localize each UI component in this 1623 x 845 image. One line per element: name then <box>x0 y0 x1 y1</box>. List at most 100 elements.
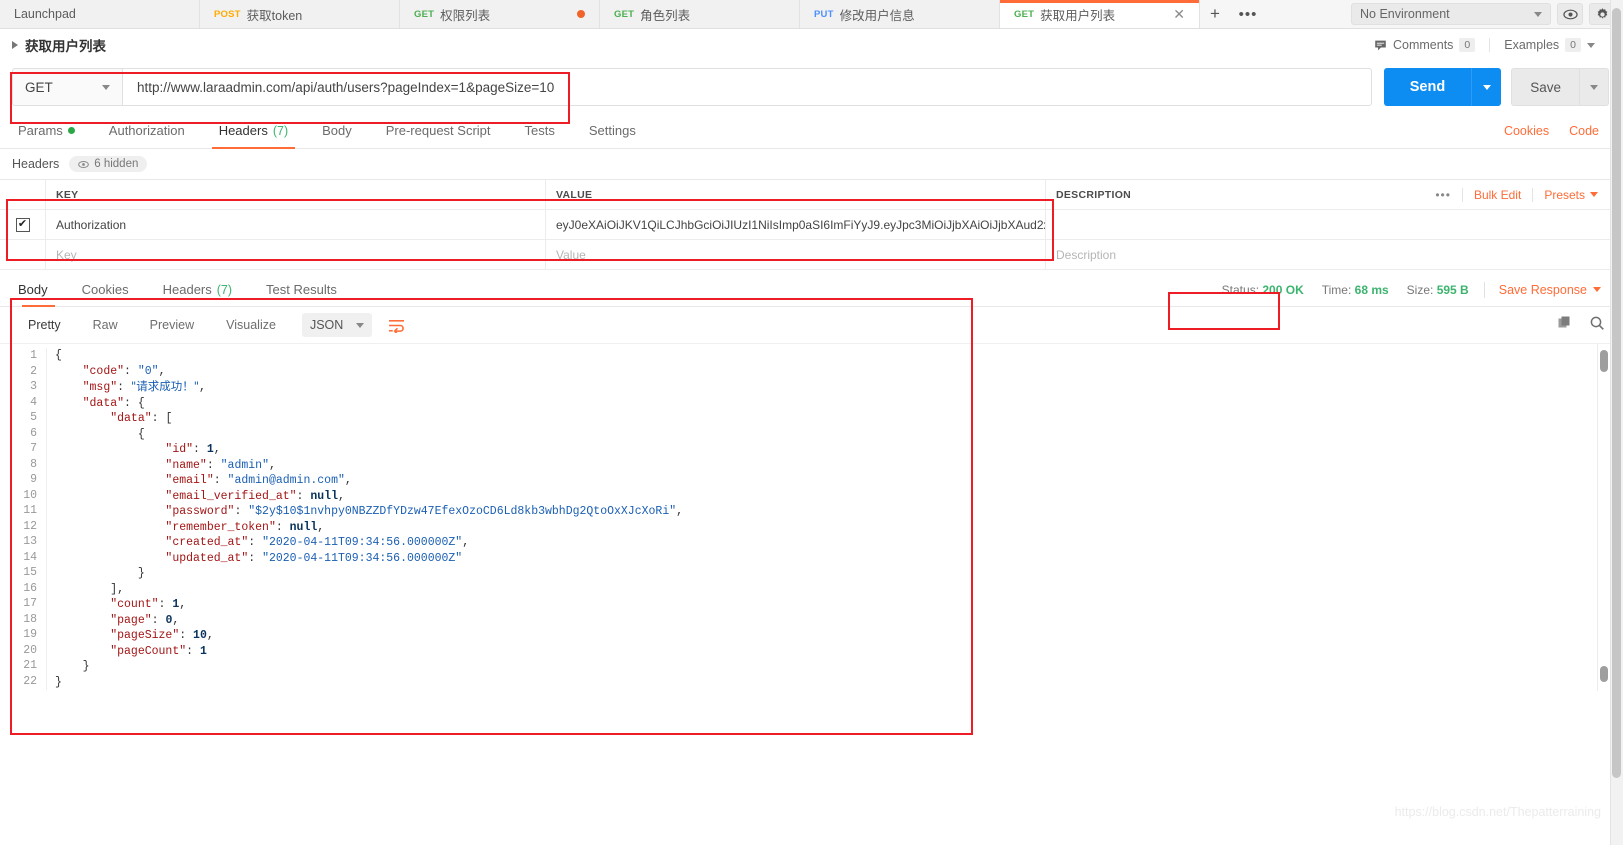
request-tab-1[interactable]: POST 获取token <box>200 0 400 28</box>
save-response-label: Save Response <box>1498 282 1587 297</box>
window-scrollbar[interactable] <box>1610 0 1623 845</box>
column-key: KEY <box>45 180 545 209</box>
new-tab-button[interactable]: + <box>1200 0 1230 28</box>
status-badge: Status: 200 OK <box>1213 283 1313 297</box>
presets-button[interactable]: Presets <box>1532 187 1609 202</box>
response-scrollbar-thumb[interactable] <box>1600 350 1608 372</box>
http-method-selector[interactable]: GET <box>12 68 122 106</box>
table-row-placeholder[interactable]: Key Value Description <box>0 240 1623 270</box>
save-response-button[interactable]: Save Response <box>1491 283 1609 297</box>
tab-label: Headers <box>162 282 212 297</box>
status-value: 200 OK <box>1262 282 1304 297</box>
code-line: "email": "admin@admin.com", <box>55 473 1623 489</box>
bottom-area <box>0 755 1610 845</box>
bulk-edit-button[interactable]: Bulk Edit <box>1461 187 1532 202</box>
comments-button[interactable]: Comments 0 <box>1360 38 1489 52</box>
time-value: 68 ms <box>1354 282 1389 297</box>
line-number: 4 <box>30 395 37 409</box>
presets-label: Presets <box>1544 187 1585 202</box>
header-value-input[interactable]: eyJ0eXAiOiJKV1QiLCJhbGciOiJIUzI1NiIsImp0… <box>545 210 1045 239</box>
chevron-down-icon <box>1482 84 1491 90</box>
tab-pre-request-script[interactable]: Pre-request Script <box>369 113 508 148</box>
new-header-value-input[interactable]: Value <box>545 240 1045 269</box>
response-tab-cookies[interactable]: Cookies <box>65 273 146 306</box>
tab-params[interactable]: Params <box>12 113 92 148</box>
breadcrumb[interactable]: 获取用户列表 <box>12 35 106 55</box>
code-token: 1 <box>206 443 214 456</box>
code-link[interactable]: Code <box>1559 124 1609 138</box>
response-scrollbar-thumb-secondary[interactable] <box>1600 666 1608 682</box>
copy-icon-button[interactable] <box>1557 315 1573 336</box>
header-description-input[interactable] <box>1045 210 1623 239</box>
new-header-key-input[interactable]: Key <box>45 240 545 269</box>
view-mode-raw[interactable]: Raw <box>77 318 134 332</box>
url-input[interactable]: http://www.laraadmin.com/api/auth/users?… <box>122 68 1372 106</box>
environment-selector[interactable]: No Environment <box>1351 3 1551 25</box>
more-options-button[interactable]: ••• <box>1424 188 1462 202</box>
header-enabled-checkbox[interactable]: ✔ <box>15 217 30 232</box>
tab-title: 获取用户列表 <box>1040 8 1116 23</box>
new-header-description-input[interactable]: Description <box>1045 240 1623 269</box>
save-button[interactable]: Save <box>1511 68 1579 106</box>
window-scrollbar-thumb[interactable] <box>1612 8 1621 778</box>
eye-icon <box>78 160 90 168</box>
response-body-viewer[interactable]: 1 2 3 4 5 6 7 8 9 10 11 12 13 14 15 16 17 18 19 20 21 22 { "c… <box>0 343 1623 691</box>
tab-settings[interactable]: Settings <box>572 113 653 148</box>
word-wrap-icon-button[interactable] <box>384 313 410 337</box>
response-tab-headers[interactable]: Headers (7) <box>146 273 249 306</box>
request-tab-2[interactable]: GET 权限列表 <box>400 0 600 28</box>
send-button[interactable]: Send <box>1383 68 1472 106</box>
line-number: 16 <box>23 581 37 595</box>
request-tab-3[interactable]: GET 角色列表 <box>600 0 800 28</box>
examples-button[interactable]: Examples 0 <box>1489 38 1609 52</box>
tab-label: Cookies <box>81 282 129 297</box>
cookies-link[interactable]: Cookies <box>1494 124 1559 138</box>
response-tab-body[interactable]: Body <box>12 273 65 307</box>
eye-icon-button[interactable] <box>1557 3 1583 25</box>
header-check-col <box>0 180 45 209</box>
response-tabs-row: Body Cookies Headers (7) Test Results Status… <box>0 273 1623 307</box>
code-token: , <box>179 598 187 611</box>
column-value: VALUE <box>545 180 1045 209</box>
tab-headers[interactable]: Headers (7) <box>202 113 305 149</box>
tab-options-button[interactable]: ••• <box>1230 0 1266 28</box>
request-tab-0[interactable]: Launchpad <box>0 0 200 28</box>
response-format-selector[interactable]: JSON <box>301 313 372 337</box>
size-label: Size: <box>1406 282 1434 297</box>
hidden-headers-toggle[interactable]: 6 hidden <box>69 156 148 172</box>
request-tab-4[interactable]: PUT 修改用户信息 <box>800 0 1000 28</box>
chevron-down-icon <box>102 84 110 90</box>
code-line: "id": 1, <box>55 442 1623 458</box>
collapse-triangle-icon[interactable] <box>12 41 18 49</box>
line-number: 5 <box>30 411 37 424</box>
code-line: { <box>55 348 1623 364</box>
page-title: 获取用户列表 <box>25 39 106 54</box>
search-icon-button[interactable] <box>1589 315 1605 336</box>
tab-authorization[interactable]: Authorization <box>92 113 202 148</box>
close-icon[interactable]: ✕ <box>1173 7 1185 21</box>
save-options-button[interactable] <box>1579 68 1609 106</box>
code-token: } <box>55 567 145 580</box>
send-options-button[interactable] <box>1471 68 1502 106</box>
view-mode-preview[interactable]: Preview <box>134 318 210 332</box>
table-row[interactable]: ✔ Authorization eyJ0eXAiOiJKV1QiLCJhbGci… <box>0 210 1623 240</box>
tab-tests[interactable]: Tests <box>508 113 572 148</box>
view-mode-pretty[interactable]: Pretty <box>12 318 77 332</box>
line-number: 17 <box>23 597 37 610</box>
headers-table: KEY VALUE DESCRIPTION ••• Bulk Edit Pres… <box>0 179 1623 270</box>
header-key-input[interactable]: Authorization <box>45 210 545 239</box>
response-tab-test-results[interactable]: Test Results <box>249 273 354 306</box>
view-mode-visualize[interactable]: Visualize <box>210 318 292 332</box>
request-tab-5[interactable]: GET 获取用户列表 ✕ <box>1000 0 1200 28</box>
modified-indicator-icon <box>67 127 75 134</box>
comments-label: Comments <box>1392 38 1454 52</box>
size-indicator: Size: 595 B <box>1398 283 1478 297</box>
line-number: 22 <box>23 674 37 688</box>
status-label: Status: <box>1221 282 1260 297</box>
code-line: "password": "$2y$10$1nvhpy0NBZZDfYDzw47E… <box>55 504 1623 520</box>
code-token: : <box>206 458 221 472</box>
tab-count: (7) <box>216 282 233 297</box>
tab-body[interactable]: Body <box>305 113 369 148</box>
